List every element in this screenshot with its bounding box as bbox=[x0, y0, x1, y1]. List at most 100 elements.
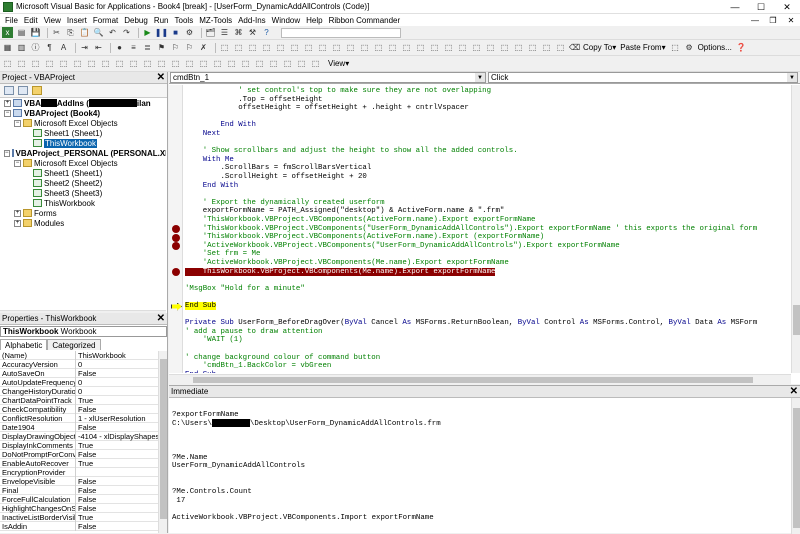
mz-tool-w-icon[interactable]: ⬚ bbox=[310, 58, 321, 69]
mz-tool-v-icon[interactable]: ⬚ bbox=[296, 58, 307, 69]
mz-tools-icon-15[interactable]: ⬚ bbox=[415, 42, 426, 53]
tree-node[interactable]: Sheet1 (Sheet1) bbox=[0, 168, 166, 178]
mz-tools-icon-17[interactable]: ⬚ bbox=[443, 42, 454, 53]
mz-tool-p-icon[interactable]: ⬚ bbox=[212, 58, 223, 69]
menu-mz-tools[interactable]: MZ-Tools bbox=[196, 16, 235, 25]
tab-categorized[interactable]: Categorized bbox=[47, 339, 101, 350]
mz-tool-o-icon[interactable]: ⬚ bbox=[198, 58, 209, 69]
mz-tools-icon-22[interactable]: ⬚ bbox=[513, 42, 524, 53]
tree-node[interactable]: Sheet3 (Sheet3) bbox=[0, 188, 166, 198]
mz-tool-l-icon[interactable]: ⬚ bbox=[156, 58, 167, 69]
mz-tools-icon-3[interactable]: ⬚ bbox=[247, 42, 258, 53]
mz-tool-n-icon[interactable]: ⬚ bbox=[184, 58, 195, 69]
menu-debug[interactable]: Debug bbox=[121, 16, 151, 25]
menu-run[interactable]: Run bbox=[151, 16, 172, 25]
insert-userform-icon[interactable]: ▤ bbox=[16, 27, 27, 38]
view-object-icon[interactable] bbox=[18, 86, 28, 95]
menu-ribbon-commander[interactable]: Ribbon Commander bbox=[326, 16, 404, 25]
paste-icon[interactable]: 📋 bbox=[79, 27, 90, 38]
property-row[interactable]: IsAddin False bbox=[0, 521, 158, 531]
property-value[interactable]: False bbox=[76, 495, 158, 504]
cut-icon[interactable]: ✂ bbox=[51, 27, 62, 38]
code-line[interactable]: offsetHeight = offsetHeight + .height + … bbox=[185, 104, 469, 113]
mz-tool-t-icon[interactable]: ⬚ bbox=[268, 58, 279, 69]
tree-node[interactable]: −VBAProject_PERSONAL (PERSONAL.XLSB) bbox=[0, 148, 166, 158]
object-browser-icon[interactable]: ⌘ bbox=[233, 27, 244, 38]
mz-tool-c-icon[interactable]: ⬚ bbox=[30, 58, 41, 69]
tree-node[interactable]: − Microsoft Excel Objects bbox=[0, 118, 166, 128]
mz-tool-a-icon[interactable]: ⬚ bbox=[2, 58, 13, 69]
mz-tools-icon-18[interactable]: ⬚ bbox=[457, 42, 468, 53]
property-value[interactable]: 0 bbox=[76, 378, 158, 387]
paste-from-button[interactable]: Paste From ▾ bbox=[620, 43, 665, 52]
mz-tools-icon-14[interactable]: ⬚ bbox=[401, 42, 412, 53]
options-button[interactable]: ⚙ Options... bbox=[684, 42, 731, 53]
property-value[interactable]: True bbox=[76, 441, 158, 450]
mz-tool-u-icon[interactable]: ⬚ bbox=[282, 58, 293, 69]
properties-vscrollbar[interactable] bbox=[158, 351, 167, 533]
menu-help[interactable]: Help bbox=[303, 16, 325, 25]
property-value[interactable]: 0 bbox=[76, 387, 158, 396]
mz-tools-icon-10[interactable]: ⬚ bbox=[345, 42, 356, 53]
property-value[interactable]: True bbox=[76, 396, 158, 405]
scroll-thumb[interactable] bbox=[160, 359, 167, 519]
collapse-icon[interactable]: − bbox=[4, 149, 10, 157]
chevron-down-icon[interactable]: ▼ bbox=[787, 73, 797, 82]
property-value[interactable]: ThisWorkbook bbox=[76, 351, 158, 360]
collapse-icon[interactable]: − bbox=[14, 119, 21, 127]
code-hscrollbar[interactable] bbox=[169, 374, 791, 384]
mz-tools-icon-1[interactable]: ⬚ bbox=[219, 42, 230, 53]
undo-icon[interactable]: ↶ bbox=[107, 27, 118, 38]
close-icon[interactable]: ✕ bbox=[790, 386, 798, 397]
mz-tools-icon-6[interactable]: ⬚ bbox=[289, 42, 300, 53]
redo-icon[interactable]: ↷ bbox=[121, 27, 132, 38]
mz-tool-b-icon[interactable]: ⬚ bbox=[16, 58, 27, 69]
save-icon[interactable]: 💾 bbox=[30, 27, 41, 38]
code-line[interactable]: End Sub bbox=[185, 302, 217, 311]
property-value[interactable]: False bbox=[76, 423, 158, 432]
tree-node[interactable]: ThisWorkbook bbox=[0, 198, 166, 208]
property-value[interactable]: False bbox=[76, 405, 158, 414]
toggle-breakpoint-icon[interactable]: ● bbox=[114, 42, 125, 53]
minimize-button[interactable]: — bbox=[722, 0, 748, 14]
menu-format[interactable]: Format bbox=[90, 16, 121, 25]
close-icon[interactable]: ✕ bbox=[157, 72, 165, 83]
parameter-info-icon[interactable]: ¶ bbox=[44, 42, 55, 53]
prev-bookmark-icon[interactable]: ⚐ bbox=[184, 42, 195, 53]
object-selector[interactable]: ThisWorkbook Workbook bbox=[0, 326, 167, 337]
code-line[interactable]: Next bbox=[185, 130, 221, 139]
quick-info-icon[interactable]: ⓘ bbox=[30, 42, 41, 53]
tree-node[interactable]: + Forms bbox=[0, 208, 166, 218]
mz-tool-m-icon[interactable]: ⬚ bbox=[170, 58, 181, 69]
mz-tools-icon-5[interactable]: ⬚ bbox=[275, 42, 286, 53]
toolbox-icon[interactable]: ⚒ bbox=[247, 27, 258, 38]
expand-icon[interactable]: + bbox=[14, 219, 21, 227]
mdi-restore-button[interactable]: ❐ bbox=[764, 14, 782, 26]
chevron-down-icon[interactable]: ▼ bbox=[475, 73, 485, 82]
mz-tool-q-icon[interactable]: ⬚ bbox=[226, 58, 237, 69]
tree-node[interactable]: + Modules bbox=[0, 218, 166, 228]
menu-add-ins[interactable]: Add-Ins bbox=[235, 16, 269, 25]
tree-node[interactable]: Sheet2 (Sheet2) bbox=[0, 178, 166, 188]
property-value[interactable]: True bbox=[76, 459, 158, 468]
menu-insert[interactable]: Insert bbox=[64, 16, 90, 25]
break-icon[interactable]: ❚❚ bbox=[155, 27, 168, 38]
uncomment-block-icon[interactable]: ≣ bbox=[142, 42, 153, 53]
property-value[interactable]: False bbox=[76, 450, 158, 459]
code-line[interactable]: End With bbox=[185, 182, 239, 191]
mz-tool-h-icon[interactable]: ⬚ bbox=[100, 58, 111, 69]
scroll-thumb[interactable] bbox=[793, 408, 800, 528]
expand-icon[interactable]: + bbox=[4, 99, 11, 107]
immediate-vscrollbar[interactable] bbox=[791, 398, 800, 534]
mdi-minimize-button[interactable]: — bbox=[746, 14, 764, 26]
tree-node[interactable]: Sheet1 (Sheet1) bbox=[0, 128, 166, 138]
tree-node[interactable]: − VBAProject (Book4) bbox=[0, 108, 166, 118]
menu-tools[interactable]: Tools bbox=[172, 16, 197, 25]
mz-help-icon[interactable]: ❓ bbox=[736, 42, 747, 53]
properties-icon[interactable]: ☰ bbox=[219, 27, 230, 38]
menu-view[interactable]: View bbox=[41, 16, 64, 25]
run-icon[interactable]: ▶ bbox=[142, 27, 153, 38]
procedure-combo[interactable]: Click ▼ bbox=[488, 72, 798, 83]
complete-word-icon[interactable]: A bbox=[58, 42, 69, 53]
mdi-close-button[interactable]: ✕ bbox=[782, 14, 800, 26]
